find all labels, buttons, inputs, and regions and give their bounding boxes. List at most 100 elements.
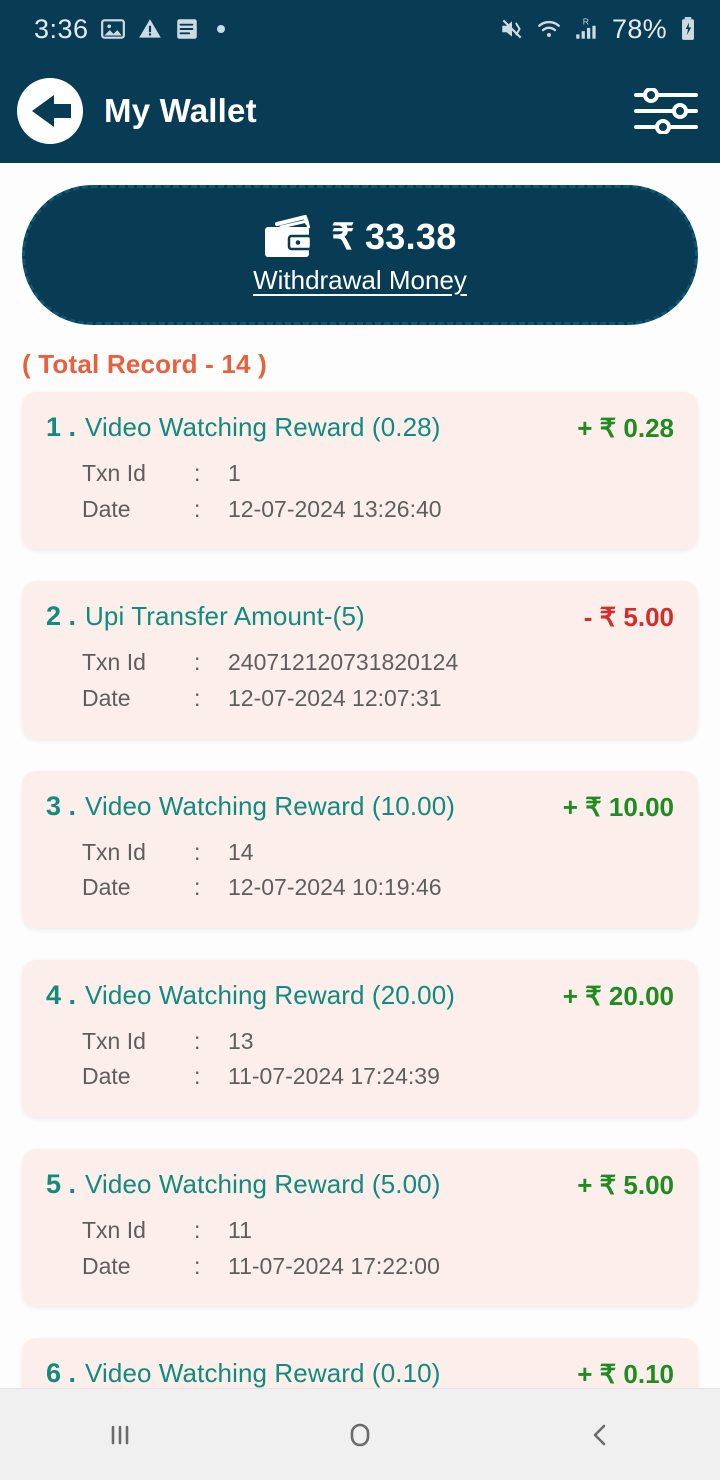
transaction-date-row: Date:11-07-2024 17:24:39 (82, 1059, 674, 1095)
transaction-index: 4 . (46, 979, 77, 1010)
page-title: My Wallet (104, 91, 257, 129)
status-bar: 3:36 R 78% (0, 0, 720, 58)
back-chevron-icon (593, 1424, 606, 1445)
txnid-separator: : (194, 838, 201, 865)
transaction-title-wrap: 4 . Video Watching Reward (20.00) (46, 980, 553, 1011)
transaction-amount: + ₹ 20.00 (562, 980, 674, 1011)
status-bar-right: R 78% (499, 14, 698, 45)
txnid-label: Txn Id (82, 1027, 146, 1054)
withdraw-money-link[interactable]: Withdrawal Money (253, 265, 467, 296)
transaction-list: 1 . Video Watching Reward (0.28) + ₹ 0.28 T… (0, 392, 720, 1388)
txnid-label: Txn Id (82, 1217, 146, 1244)
nav-home-button[interactable] (305, 1389, 415, 1480)
txnid-separator: : (194, 1027, 201, 1054)
battery-percent: 78% (612, 13, 667, 44)
wallet-balance-card[interactable]: ₹ 33.38 Withdrawal Money (22, 185, 698, 325)
date-value: 12-07-2024 10:19:46 (228, 874, 442, 901)
date-value: 11-07-2024 17:22:00 (228, 1252, 440, 1279)
wallet-content: ₹ 33.38 Withdrawal Money ( Total Record … (0, 163, 720, 1388)
nav-back-button[interactable] (545, 1389, 655, 1480)
transaction-header: 1 . Video Watching Reward (0.28) + ₹ 0.28 (46, 412, 674, 444)
transaction-title: Upi Transfer Amount-(5) (85, 601, 365, 632)
transaction-index: 5 . (46, 1169, 77, 1200)
transaction-date-row: Date:12-07-2024 13:26:40 (82, 492, 674, 528)
txnid-value: 1 (228, 460, 241, 486)
status-bar-left: 3:36 (34, 14, 225, 45)
app-bar: My Wallet (0, 58, 720, 163)
wallet-icon (265, 214, 313, 257)
transaction-txnid-row: Txn Id:11 (82, 1213, 674, 1249)
txnid-separator: : (194, 1217, 201, 1244)
txnid-label: Txn Id (82, 460, 146, 486)
filter-sliders-icon[interactable] (634, 87, 698, 134)
txnid-value: 240712120731820124 (228, 649, 459, 676)
back-arrow-circle-icon[interactable] (16, 77, 84, 145)
transaction-card[interactable]: 3 . Video Watching Reward (10.00) + ₹ 10.0… (22, 770, 698, 928)
date-value: 12-07-2024 13:26:40 (228, 495, 442, 522)
date-label: Date (82, 1252, 131, 1279)
system-nav-bar (0, 1388, 720, 1480)
status-clock: 3:36 (34, 13, 89, 44)
transaction-amount: + ₹ 0.28 (577, 413, 674, 443)
transaction-title: Video Watching Reward (20.00) (85, 979, 456, 1010)
transaction-title-wrap: 6 . Video Watching Reward (0.10) (46, 1358, 567, 1388)
transaction-amount: + ₹ 5.00 (577, 1170, 674, 1201)
transaction-title: Video Watching Reward (5.00) (85, 1169, 441, 1200)
date-separator: : (194, 874, 201, 901)
transaction-amount: - ₹ 5.00 (583, 602, 674, 633)
transaction-index: 1 . (46, 412, 77, 442)
transaction-meta: Txn Id:13 Date:11-07-2024 17:24:39 (46, 1024, 674, 1095)
transaction-header: 4 . Video Watching Reward (20.00) + ₹ 20.0… (46, 980, 674, 1012)
txnid-label: Txn Id (82, 649, 146, 676)
vibrate-mute-icon (502, 19, 522, 39)
transaction-title-wrap: 5 . Video Watching Reward (5.00) (46, 1169, 567, 1200)
date-label: Date (82, 495, 131, 522)
roaming-signal-icon: R (576, 17, 596, 39)
wifi-icon (538, 20, 560, 37)
home-icon (350, 1423, 370, 1446)
txnid-value: 14 (228, 838, 254, 865)
transaction-meta: Txn Id:11 Date:11-07-2024 17:22:00 (46, 1213, 674, 1284)
wallet-balance-amount: ₹ 33.38 (331, 215, 457, 257)
transaction-card[interactable]: 4 . Video Watching Reward (20.00) + ₹ 20.0… (22, 959, 698, 1118)
transaction-meta: Txn Id:240712120731820124 Date:12-07-2024… (46, 645, 674, 716)
note-icon (176, 19, 197, 39)
dot-icon (216, 25, 225, 33)
date-separator: : (194, 1063, 201, 1090)
charging-battery-icon (682, 17, 694, 40)
wallet-card-wrapper: ₹ 33.38 Withdrawal Money (0, 163, 720, 325)
transaction-meta: Txn Id: 1 Date:12-07-2024 13:26:40 (46, 456, 674, 527)
wallet-balance-row: ₹ 33.38 (263, 214, 457, 259)
transaction-date-row: Date:12-07-2024 10:19:46 (82, 870, 674, 906)
transaction-meta: Txn Id:14 Date:12-07-2024 10:19:46 (46, 835, 674, 906)
transaction-txnid-row: Txn Id:14 (82, 835, 674, 871)
transaction-header: 3 . Video Watching Reward (10.00) + ₹ 10.0… (46, 791, 674, 823)
transaction-card[interactable]: 2 . Upi Transfer Amount-(5) - ₹ 5.00 Txn Id… (22, 581, 698, 739)
txnid-value: 13 (228, 1027, 254, 1054)
transaction-header: 2 . Upi Transfer Amount-(5) - ₹ 5.00 (46, 601, 674, 633)
total-record-label: ( Total Record - 14 ) (22, 349, 267, 379)
transaction-card[interactable]: 1 . Video Watching Reward (0.28) + ₹ 0.28 T… (22, 392, 698, 550)
nav-recents-button[interactable] (65, 1389, 175, 1480)
txnid-value: 11 (228, 1217, 252, 1244)
txnid-separator: : (194, 460, 201, 486)
date-label: Date (82, 684, 131, 711)
transaction-txnid-row: Txn Id:13 (82, 1024, 674, 1060)
date-label: Date (82, 874, 131, 901)
transaction-card[interactable]: 5 . Video Watching Reward (5.00) + ₹ 5.00 T… (22, 1149, 698, 1307)
transaction-title: Video Watching Reward (0.10) (85, 1358, 441, 1388)
transaction-txnid-row: Txn Id: 1 (82, 456, 674, 492)
transaction-index: 2 . (46, 601, 77, 632)
transaction-card[interactable]: 6 .Video Watching Reward (0.10)+ ₹ 0.10T… (22, 1338, 698, 1388)
date-separator: : (194, 684, 201, 711)
date-separator: : (194, 1252, 201, 1279)
transaction-amount: + ₹ 10.00 (562, 791, 674, 822)
app-screen: 3:36 R 78% My Wallet ₹ 33.38 Withdrawal … (0, 0, 720, 1480)
transaction-title-wrap: 3 . Video Watching Reward (10.00) (46, 791, 553, 822)
transaction-header: 5 . Video Watching Reward (5.00) + ₹ 5.00 (46, 1169, 674, 1201)
transaction-title: Video Watching Reward (10.00) (85, 790, 456, 821)
transaction-index: 6 . (46, 1358, 77, 1388)
svg-text:R: R (583, 17, 589, 27)
recents-icon (111, 1425, 129, 1444)
transaction-date-row: Date:12-07-2024 12:07:31 (82, 681, 674, 717)
